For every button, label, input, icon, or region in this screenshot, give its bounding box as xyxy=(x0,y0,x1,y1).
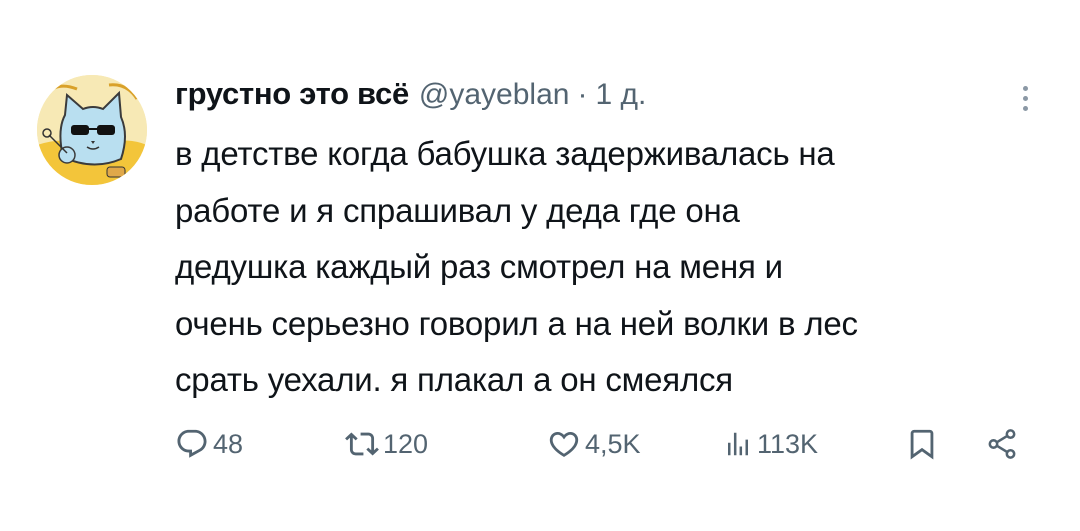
share-icon xyxy=(988,429,1016,459)
reply-icon xyxy=(177,429,207,458)
repost-count: 120 xyxy=(383,428,429,459)
avatar[interactable] xyxy=(37,75,147,185)
like-count: 4,5K xyxy=(585,428,641,459)
more-dot xyxy=(1022,95,1028,101)
more-dot xyxy=(1022,105,1028,111)
cat-avatar-icon xyxy=(37,75,147,185)
share-button[interactable] xyxy=(985,420,1019,468)
action-bar: 48 120 4,5K 113K xyxy=(175,420,1035,468)
display-name[interactable]: грустно это всё xyxy=(175,76,409,112)
tweet-text: в детстве когда бабушка задерживалась на… xyxy=(175,126,1045,409)
views-button[interactable]: 113K xyxy=(723,420,818,468)
separator-dot: · xyxy=(577,78,588,111)
more-vertical-icon xyxy=(1022,85,1028,91)
tweet-text-line: дедушка каждый раз смотрел на меня и xyxy=(175,248,783,286)
more-options-button[interactable] xyxy=(1010,80,1040,116)
reply-button[interactable]: 48 xyxy=(175,420,243,468)
tweet-text-line: работе и я спрашивал у деда где она xyxy=(175,191,740,229)
repost-button[interactable]: 120 xyxy=(345,420,428,468)
tweet-text-line: срать уехали. я плакал а он смеялся xyxy=(175,361,733,399)
tweet-header: грустно это всё @yayeblan · 1 д. xyxy=(175,76,646,116)
views-icon xyxy=(728,432,748,456)
bookmark-button[interactable] xyxy=(905,420,939,468)
like-button[interactable]: 4,5K xyxy=(547,420,641,468)
tweet-card: грустно это всё @yayeblan · 1 д. в детст… xyxy=(0,0,1080,531)
views-count: 113K xyxy=(757,428,819,459)
reply-count: 48 xyxy=(213,428,244,459)
repost-icon xyxy=(345,432,379,456)
tweet-text-line: в детстве когда бабушка задерживалась на xyxy=(175,135,835,172)
tweet-text-line: очень серьезно говорил а на ней волки в … xyxy=(175,304,858,342)
heart-icon xyxy=(549,431,579,457)
bookmark-icon xyxy=(910,429,934,460)
user-handle[interactable]: @yayeblan xyxy=(419,78,570,112)
timestamp[interactable]: 1 д. xyxy=(595,78,646,112)
